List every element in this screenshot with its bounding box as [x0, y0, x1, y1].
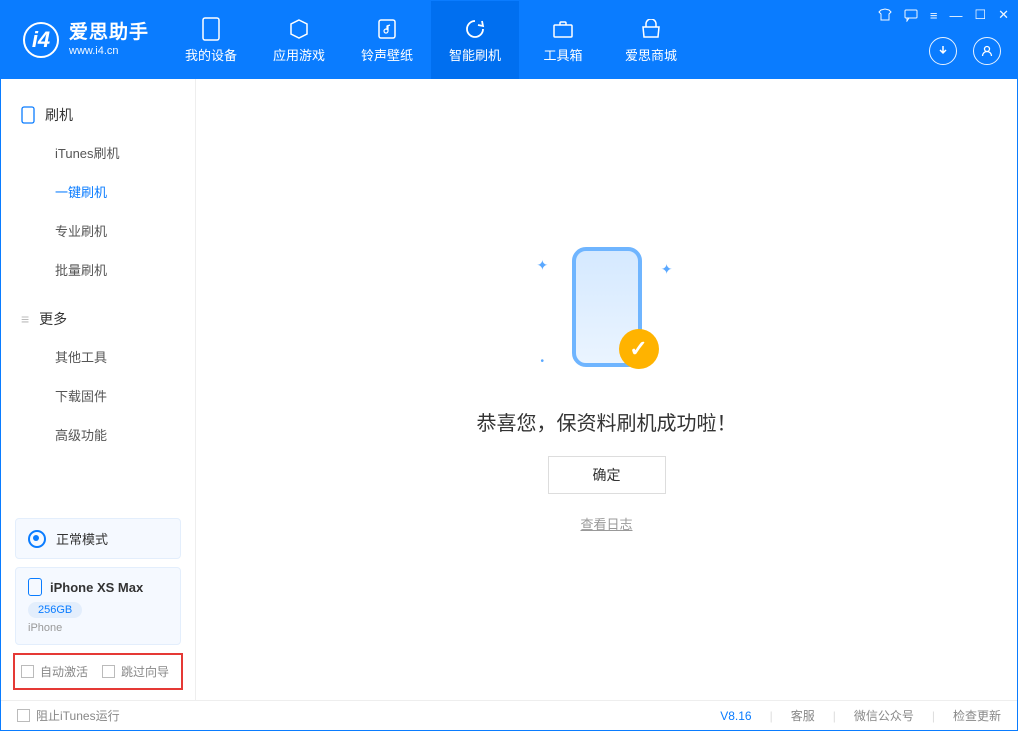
sidebar-item-oneclick-flash[interactable]: 一键刷机: [1, 172, 195, 211]
tab-flash[interactable]: 智能刷机: [431, 1, 519, 79]
sidebar: 刷机 iTunes刷机 一键刷机 专业刷机 批量刷机 ≡ 更多 其他工具 下载固…: [1, 79, 196, 700]
support-link[interactable]: 客服: [791, 707, 815, 724]
refresh-icon: [463, 17, 487, 41]
tab-apps[interactable]: 应用游戏: [255, 1, 343, 79]
tab-label: 铃声壁纸: [361, 45, 413, 64]
tab-toolbox[interactable]: 工具箱: [519, 1, 607, 79]
sidebar-section-flash: 刷机: [1, 97, 195, 133]
sparkle-icon: •: [541, 356, 545, 367]
user-button[interactable]: [973, 37, 1001, 65]
check-badge-icon: ✓: [619, 329, 659, 369]
device-icon: [199, 17, 223, 41]
tab-label: 应用游戏: [273, 45, 325, 64]
menu-icon[interactable]: ≡: [930, 8, 938, 23]
logo: i4 爱思助手 www.i4.cn: [1, 22, 167, 58]
sidebar-item-download-firmware[interactable]: 下载固件: [1, 376, 195, 415]
device-type: iPhone: [28, 622, 168, 634]
sidebar-item-other-tools[interactable]: 其他工具: [1, 337, 195, 376]
header-actions: [929, 37, 1001, 65]
sidebar-item-itunes-flash[interactable]: iTunes刷机: [1, 133, 195, 172]
tab-label: 智能刷机: [449, 45, 501, 64]
titlebar-controls: ≡ — ☐ ✕: [878, 7, 1009, 23]
store-icon: [639, 17, 663, 41]
app-subtitle: www.i4.cn: [69, 45, 149, 58]
feedback-icon[interactable]: [904, 8, 918, 22]
tab-store[interactable]: 爱思商城: [607, 1, 695, 79]
phone-icon: [21, 106, 35, 124]
sparkle-icon: ✦: [537, 257, 549, 274]
sidebar-item-pro-flash[interactable]: 专业刷机: [1, 211, 195, 250]
statusbar: 阻止iTunes运行 V8.16 | 客服 | 微信公众号 | 检查更新: [1, 700, 1017, 730]
checkbox-icon: [21, 665, 34, 678]
mode-label: 正常模式: [56, 529, 108, 548]
tab-label: 爱思商城: [625, 45, 677, 64]
view-log-link[interactable]: 查看日志: [580, 514, 632, 533]
toolbox-icon: [551, 17, 575, 41]
checkbox-icon: [17, 709, 30, 722]
list-icon: ≡: [21, 311, 29, 327]
app-title: 爱思助手: [69, 22, 149, 45]
tab-ringtones[interactable]: 铃声壁纸: [343, 1, 431, 79]
close-icon[interactable]: ✕: [998, 7, 1009, 23]
header-tabs: 我的设备 应用游戏 铃声壁纸 智能刷机 工具箱 爱思商城: [167, 1, 695, 79]
checkbox-skip-guide[interactable]: 跳过向导: [102, 663, 169, 680]
checkbox-block-itunes[interactable]: 阻止iTunes运行: [17, 707, 120, 724]
mode-card[interactable]: 正常模式: [15, 518, 181, 559]
options-highlight-box: 自动激活 跳过向导: [13, 653, 183, 690]
main-content: ✦ ✦ • ✓ 恭喜您，保资料刷机成功啦！ 确定 查看日志: [196, 79, 1017, 700]
music-icon: [375, 17, 399, 41]
header: i4 爱思助手 www.i4.cn 我的设备 应用游戏 铃声壁纸 智能刷机 工具…: [1, 1, 1017, 79]
mode-icon: [28, 530, 46, 548]
sidebar-section-more: ≡ 更多: [1, 301, 195, 337]
tab-my-device[interactable]: 我的设备: [167, 1, 255, 79]
success-illustration: ✦ ✦ • ✓: [527, 247, 687, 387]
maximize-icon[interactable]: ☐: [974, 7, 986, 23]
version-label: V8.16: [720, 709, 751, 723]
tab-label: 工具箱: [544, 45, 583, 64]
shirt-icon[interactable]: [878, 8, 892, 22]
device-card[interactable]: iPhone XS Max 256GB iPhone: [15, 567, 181, 645]
minimize-icon[interactable]: —: [949, 8, 962, 23]
checkbox-auto-activate[interactable]: 自动激活: [21, 663, 88, 680]
wechat-link[interactable]: 微信公众号: [854, 707, 914, 724]
cube-icon: [287, 17, 311, 41]
sparkle-icon: ✦: [661, 261, 673, 278]
check-update-link[interactable]: 检查更新: [953, 707, 1001, 724]
device-capacity: 256GB: [28, 602, 82, 618]
device-name: iPhone XS Max: [50, 580, 143, 595]
download-button[interactable]: [929, 37, 957, 65]
device-small-icon: [28, 578, 42, 596]
app-logo-icon: i4: [23, 22, 59, 58]
sidebar-item-batch-flash[interactable]: 批量刷机: [1, 250, 195, 289]
sidebar-item-advanced[interactable]: 高级功能: [1, 415, 195, 454]
success-message: 恭喜您，保资料刷机成功啦！: [477, 407, 737, 436]
ok-button[interactable]: 确定: [548, 456, 666, 494]
checkbox-icon: [102, 665, 115, 678]
tab-label: 我的设备: [185, 45, 237, 64]
